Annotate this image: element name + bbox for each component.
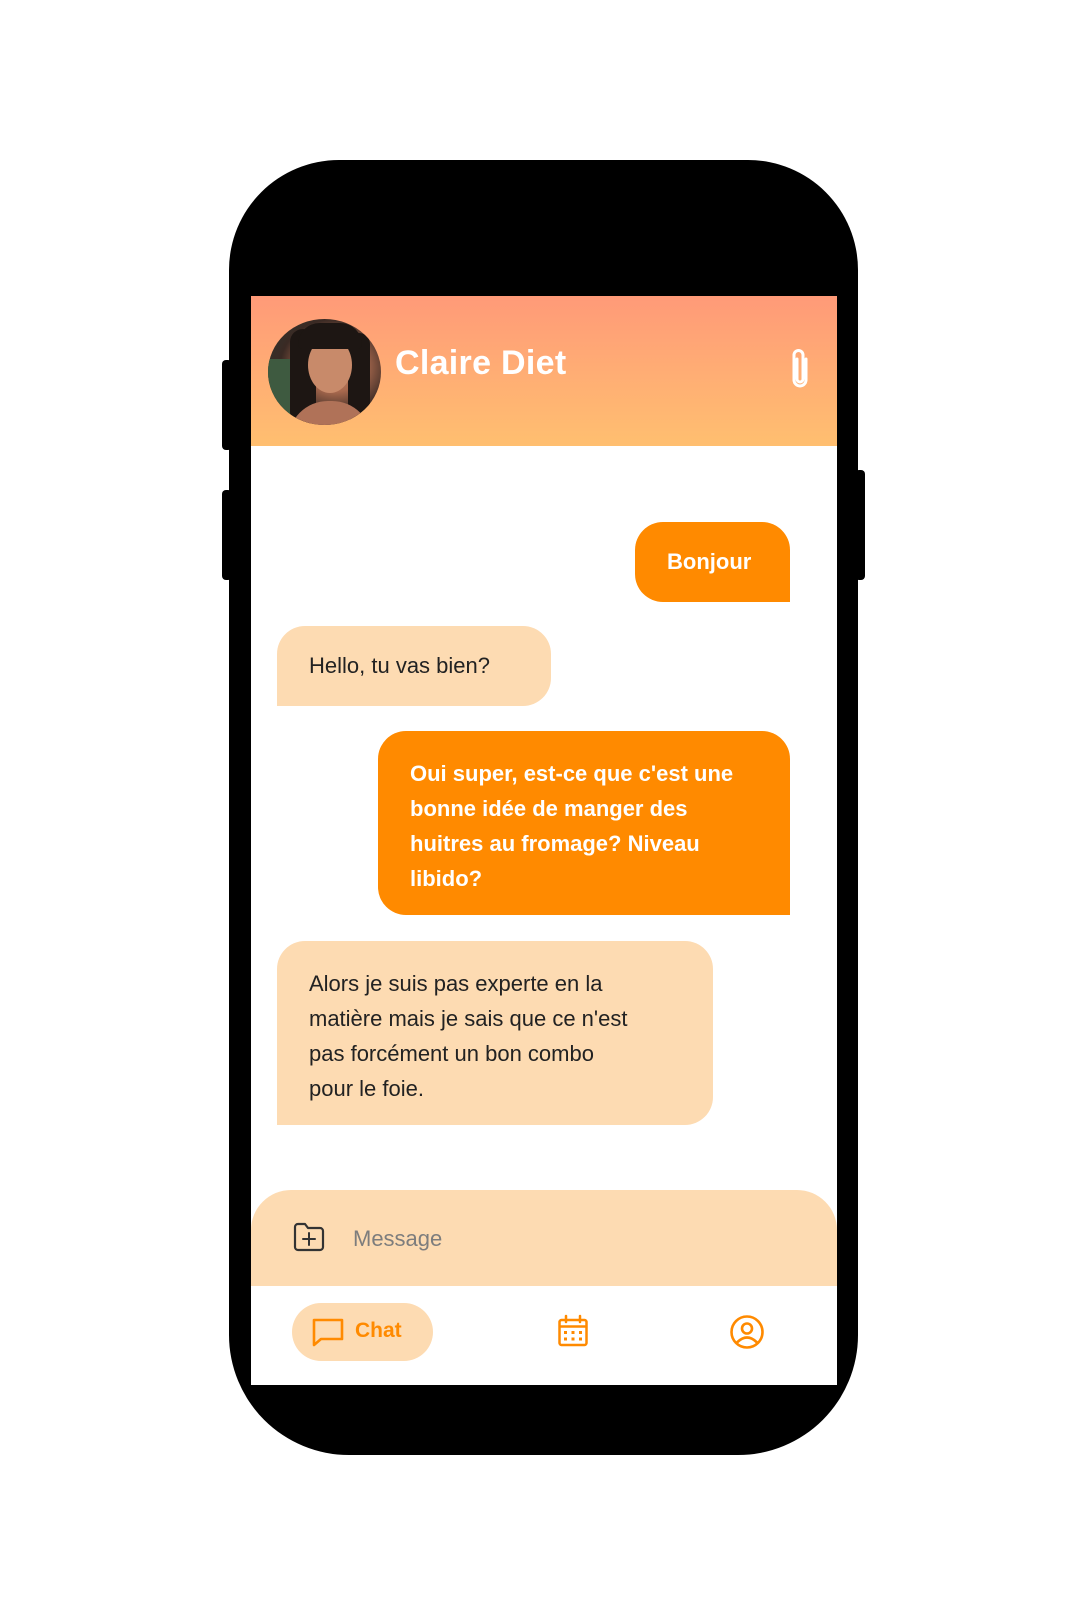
nav-tab-label: Chat — [355, 1319, 402, 1342]
avatar-background — [268, 359, 292, 419]
nav-tab-chat[interactable]: Chat — [292, 1303, 433, 1361]
bottom-navigation: Chat — [251, 1286, 837, 1385]
calendar-icon[interactable] — [557, 1314, 589, 1348]
message-text-line: matière mais je sais que ce n'est — [309, 1006, 628, 1031]
avatar-hair — [298, 323, 362, 349]
profile-icon[interactable] — [729, 1314, 765, 1350]
message-text-line: pas forcément un bon combo — [309, 1041, 594, 1066]
app-screen: Claire Diet Bonjour Hello, tu vas bien? … — [251, 296, 837, 1385]
message-input[interactable] — [351, 1218, 795, 1260]
contact-name: Claire Diet — [395, 344, 567, 382]
message-bubble-outgoing: Bonjour — [635, 522, 790, 602]
paperclip-icon[interactable] — [785, 346, 815, 394]
message-composer — [251, 1190, 837, 1286]
message-text: Bonjour — [667, 549, 752, 574]
message-text-line: pour le foie. — [309, 1076, 424, 1101]
folder-plus-icon[interactable] — [291, 1220, 327, 1254]
message-text-line: Oui super, est-ce que c'est une — [410, 761, 734, 786]
message-bubble-incoming: Hello, tu vas bien? — [277, 626, 551, 706]
message-text-line: bonne idée de manger des — [410, 796, 688, 821]
message-bubble-incoming: Alors je suis pas experte en la matière … — [277, 941, 713, 1125]
message-text-line: libido? — [410, 866, 483, 891]
chat-header: Claire Diet — [251, 296, 837, 446]
page: Claire Diet Bonjour Hello, tu vas bien? … — [0, 0, 1079, 1600]
message-text-line: huitres au fromage? Niveau — [410, 831, 700, 856]
message-bubble-outgoing: Oui super, est-ce que c'est une bonne id… — [378, 731, 790, 915]
avatar[interactable] — [268, 319, 381, 425]
chat-bubble-icon — [312, 1318, 344, 1347]
message-text: Hello, tu vas bien? — [309, 653, 490, 678]
message-text-line: Alors je suis pas experte en la — [309, 971, 603, 996]
